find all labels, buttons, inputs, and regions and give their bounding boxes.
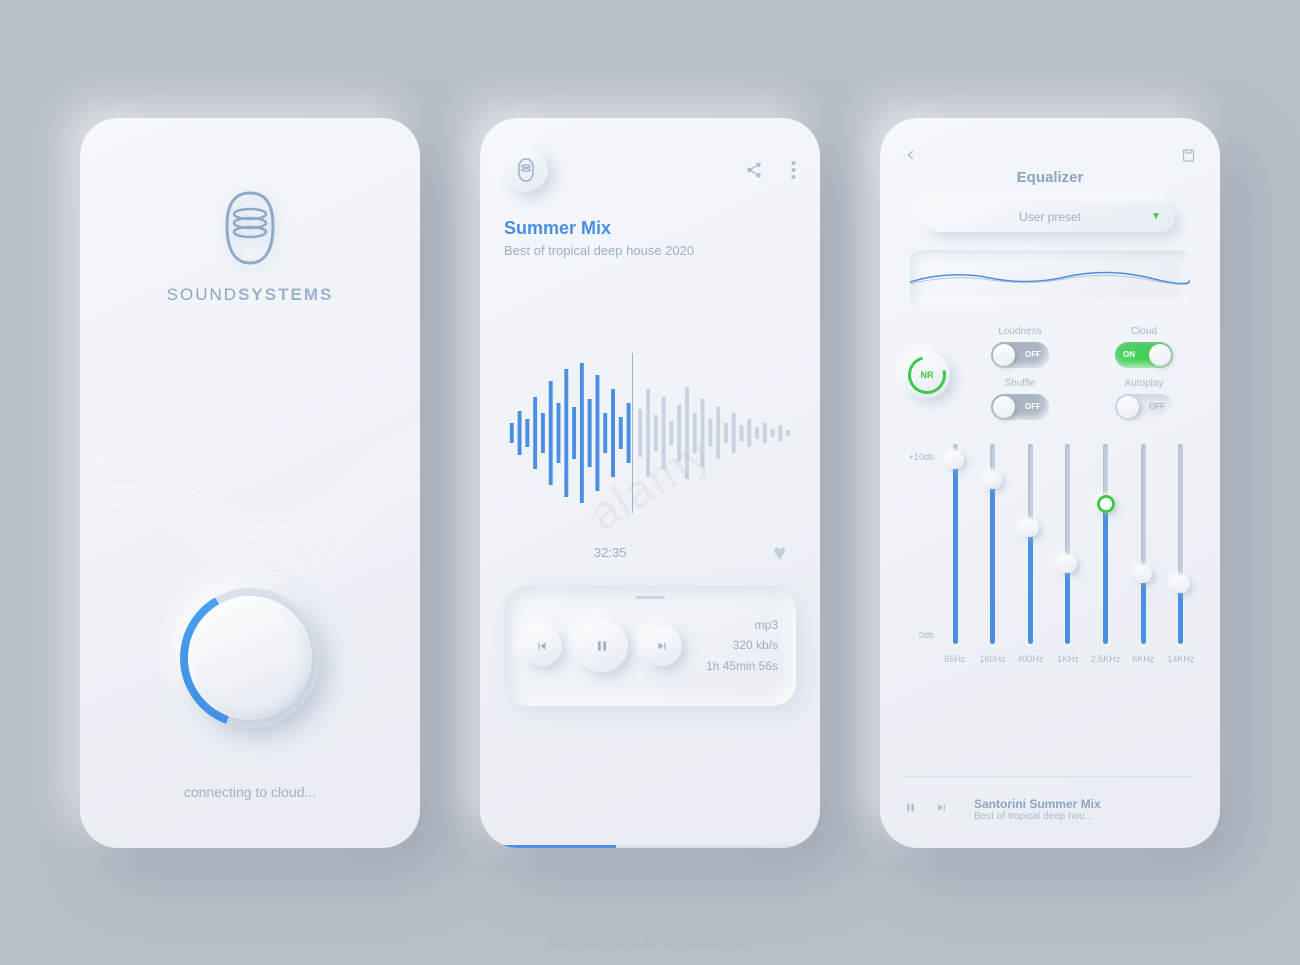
eq-band-65Hz[interactable]: 65Hz (940, 444, 970, 664)
track-subtitle: Best of tropical deep house 2020 (504, 243, 796, 258)
pause-button[interactable] (576, 620, 628, 672)
eq-freq-label: 1KHz (1057, 654, 1079, 664)
mini-next-icon[interactable] (935, 801, 948, 817)
prev-button[interactable] (522, 626, 562, 666)
loading-dial[interactable] (180, 588, 320, 728)
logo-button[interactable] (504, 148, 548, 192)
now-playing-bar[interactable]: Santorini Summer Mix Best of tropical de… (904, 776, 1196, 830)
cloud-toggle[interactable]: ON (1115, 342, 1173, 368)
speaker-icon (515, 157, 537, 183)
eq-band-2.5KHz[interactable]: 2.5KHz (1091, 444, 1121, 664)
eq-band-14KHz[interactable]: 14KHz (1166, 444, 1196, 664)
back-icon[interactable] (904, 148, 918, 162)
save-icon[interactable] (1181, 148, 1196, 163)
eq-scale: +10db 0db (904, 444, 934, 664)
shuffle-label: Shuffle (968, 378, 1072, 389)
brand-name: SOUNDSYSTEMS (104, 285, 396, 305)
eq-freq-label: 6KHz (1132, 654, 1154, 664)
loudness-toggle[interactable]: OFF (991, 342, 1049, 368)
speaker-icon (215, 188, 285, 268)
share-icon[interactable] (745, 161, 763, 179)
eq-band-1KHz[interactable]: 1KHz (1053, 444, 1083, 664)
nr-button[interactable]: NR (904, 352, 950, 398)
eq-freq-label: 2.5KHz (1091, 654, 1121, 664)
drag-handle[interactable] (635, 596, 665, 599)
eq-freq-label: 160Hz (980, 654, 1006, 664)
progress-bar[interactable] (480, 845, 820, 848)
eq-curve (910, 250, 1190, 306)
loudness-label: Loudness (968, 326, 1072, 337)
preset-dropdown[interactable]: User preset▼ (925, 202, 1175, 232)
autoplay-label: Autoplay (1092, 378, 1196, 389)
cloud-label: Cloud (1092, 326, 1196, 337)
waveform[interactable] (504, 348, 796, 518)
watermark-id: Image ID: 2RE4KJX www.alamy.com (548, 935, 751, 949)
next-button[interactable] (642, 626, 682, 666)
page-title: Equalizer (904, 169, 1196, 186)
eq-freq-label: 65Hz (944, 654, 965, 664)
eq-freq-label: 14KHz (1167, 654, 1194, 664)
status-text: connecting to cloud... (80, 784, 420, 800)
screen-splash: SOUNDSYSTEMS connecting to cloud... (80, 118, 420, 848)
app-logo: SOUNDSYSTEMS (104, 188, 396, 305)
elapsed-time: 32:35 (594, 545, 627, 560)
eq-freq-label: 400Hz (1017, 654, 1043, 664)
autoplay-toggle[interactable]: OFF (1115, 394, 1173, 420)
shuffle-toggle[interactable]: OFF (991, 394, 1049, 420)
eq-band-400Hz[interactable]: 400Hz (1015, 444, 1045, 664)
track-meta: mp3 320 kb/s 1h 45min 56s (706, 615, 778, 676)
player-panel: mp3 320 kb/s 1h 45min 56s (504, 586, 796, 706)
eq-band-6KHz[interactable]: 6KHz (1128, 444, 1158, 664)
now-subtitle: Best of tropical deep hou... (974, 811, 1101, 822)
more-icon[interactable] (791, 161, 796, 179)
mini-pause-icon[interactable] (904, 801, 917, 817)
favorite-button[interactable]: ♥ (773, 540, 786, 566)
now-title: Santorini Summer Mix (974, 797, 1101, 811)
screen-equalizer: Equalizer User preset▼ NR Loudness OFF C… (880, 118, 1220, 848)
screen-player: Summer Mix Best of tropical deep house 2… (480, 118, 820, 848)
eq-band-160Hz[interactable]: 160Hz (978, 444, 1008, 664)
track-title: Summer Mix (504, 218, 796, 239)
